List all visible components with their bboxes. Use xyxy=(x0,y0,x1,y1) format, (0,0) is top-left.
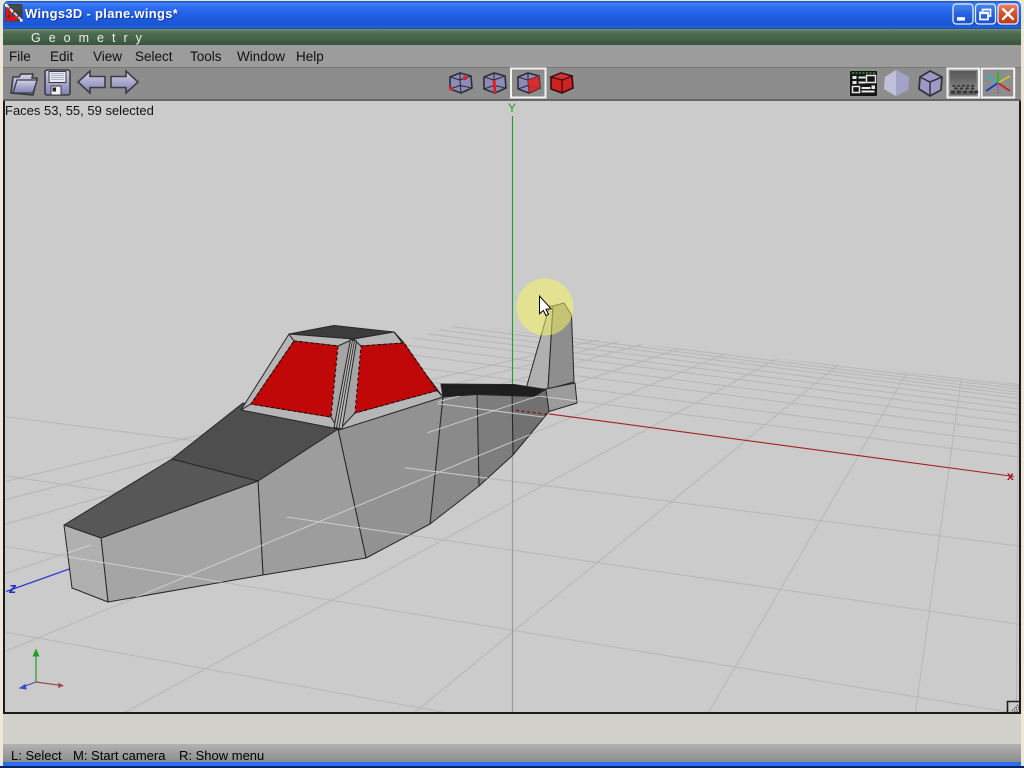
svg-text:x: x xyxy=(1007,469,1014,483)
svg-text:z: z xyxy=(8,581,17,597)
svg-text:Y: Y xyxy=(508,101,516,115)
